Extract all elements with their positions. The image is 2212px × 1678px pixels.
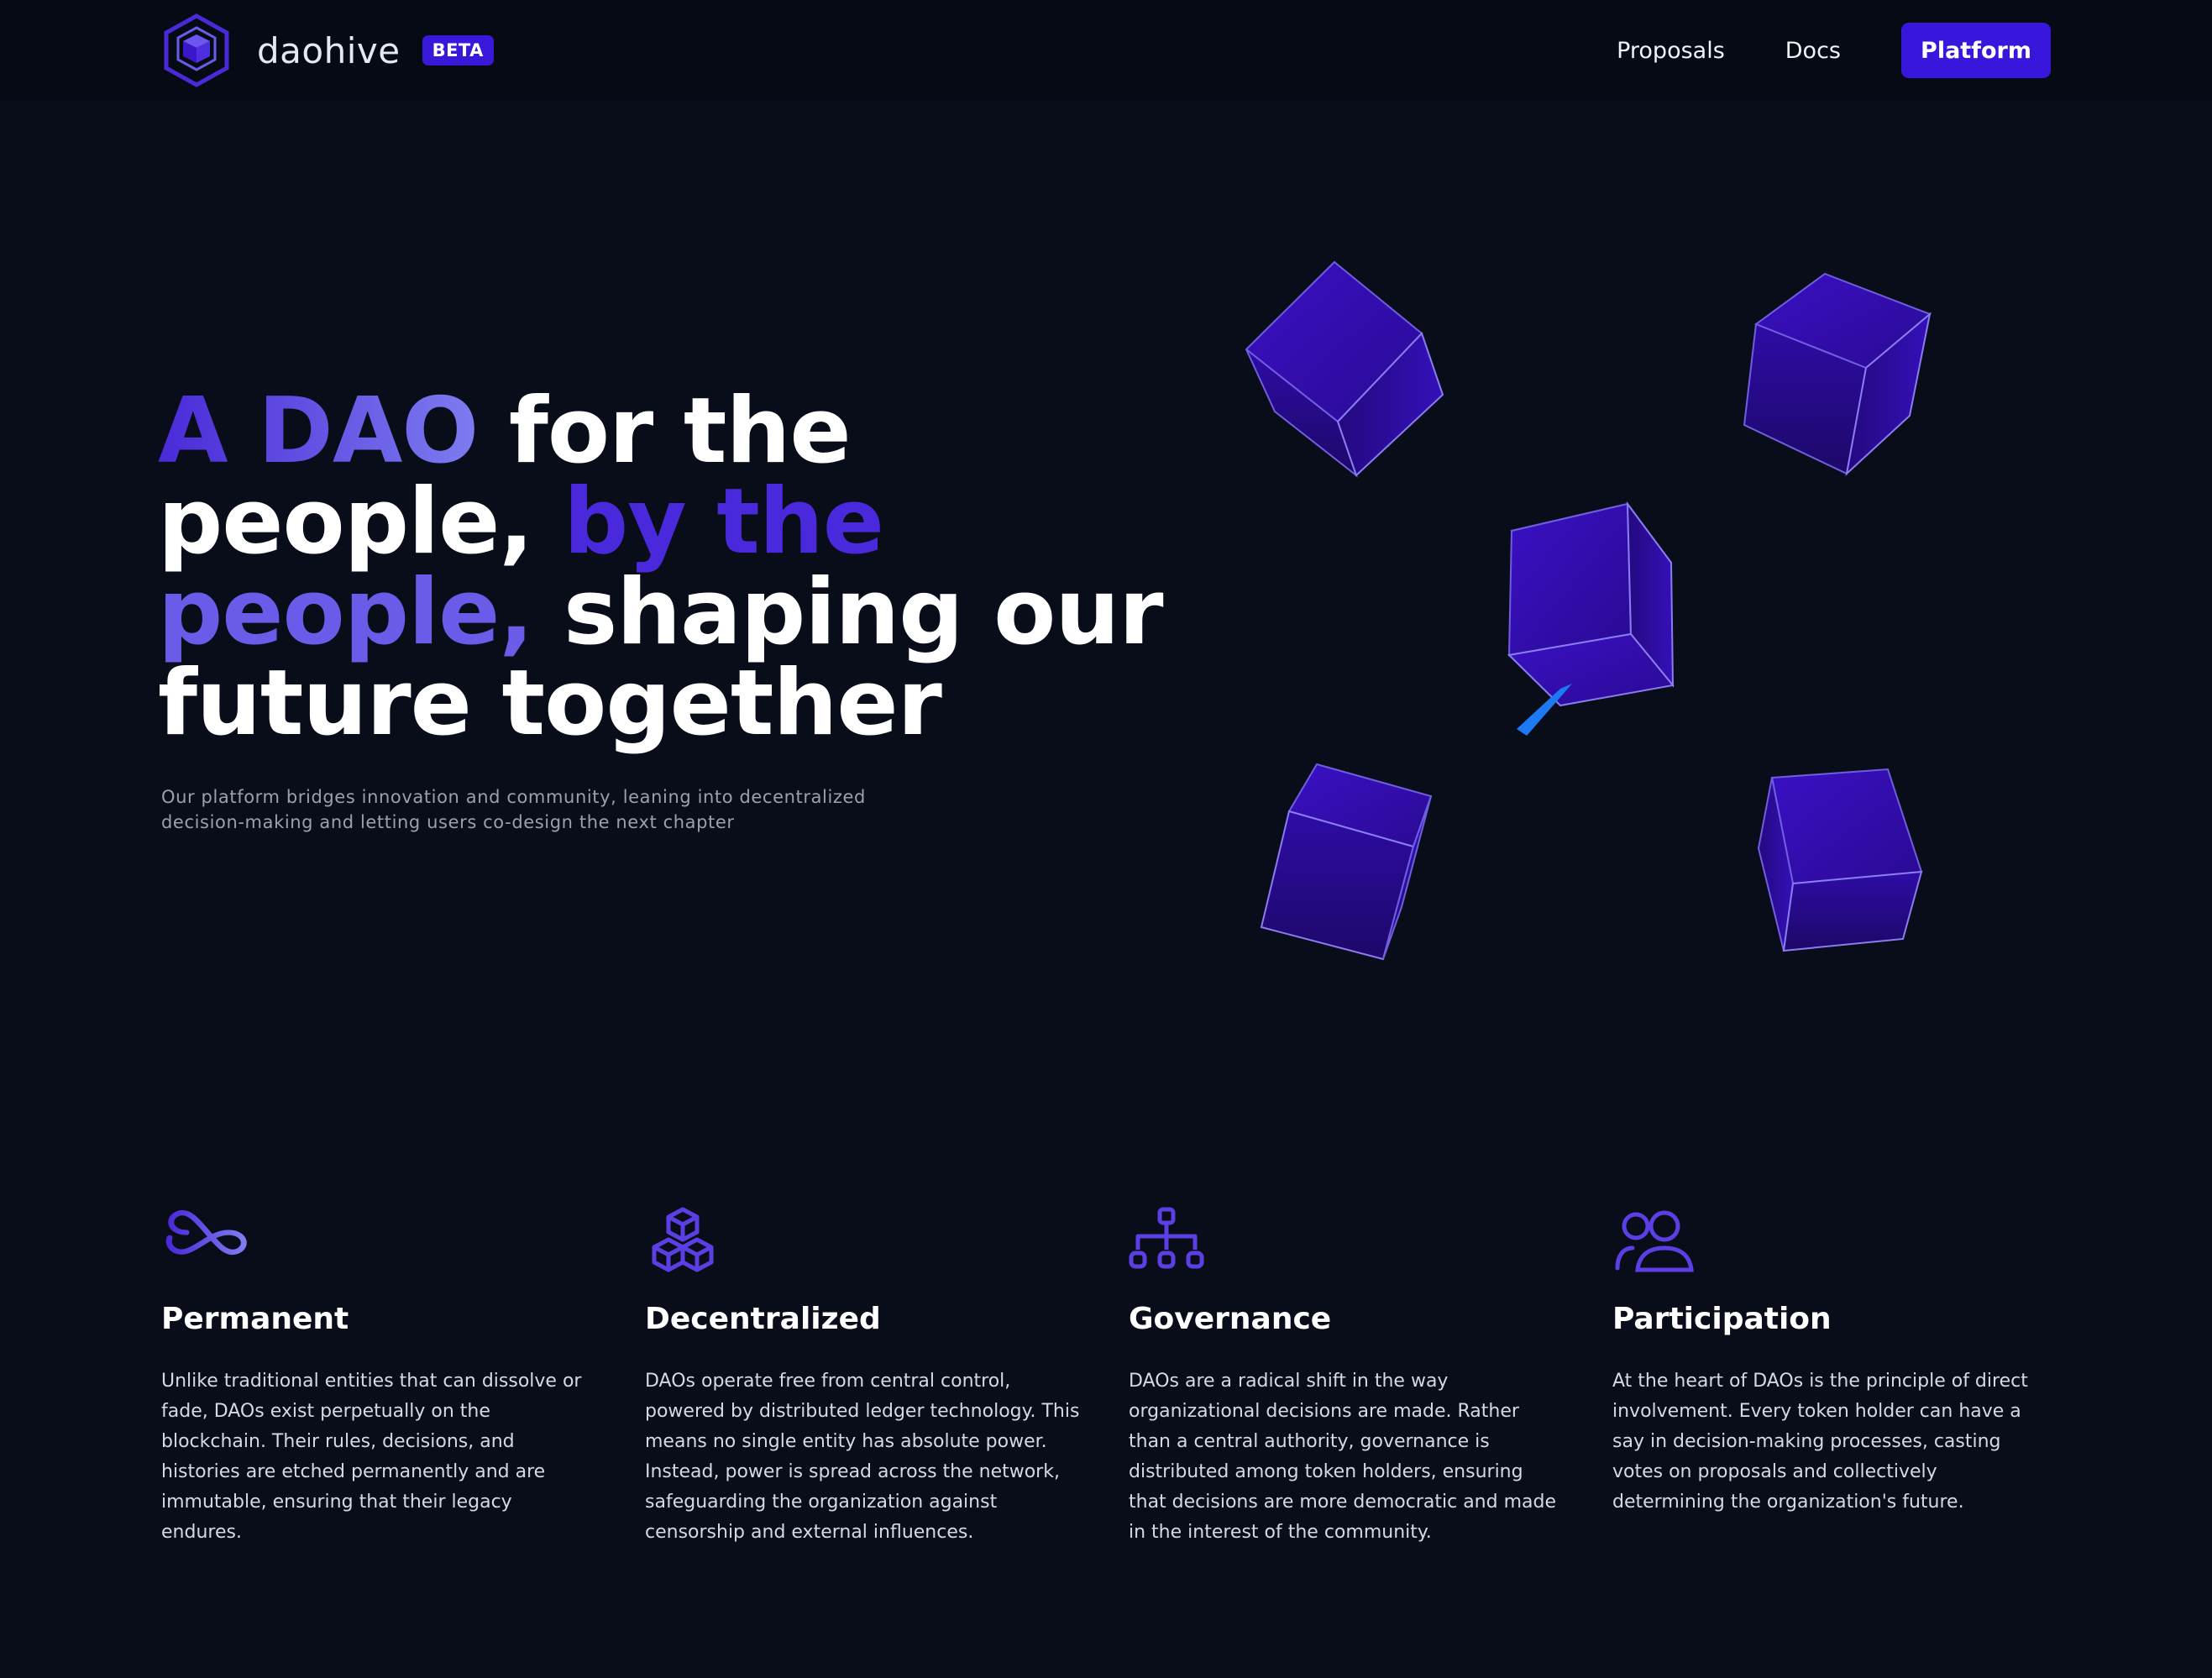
hexagon-cube-logo-icon (164, 13, 229, 87)
feature-title: Decentralized (645, 1302, 881, 1336)
nav-link-proposals[interactable]: Proposals (1617, 38, 1725, 64)
users-icon (1615, 1210, 1694, 1272)
cube-4 (1260, 763, 1433, 961)
feature-participation: Participation At the heart of DAOs is th… (1612, 1201, 2049, 1518)
floating-cubes-illustration (1245, 260, 1932, 961)
cube-5 (1757, 768, 1923, 952)
platform-button[interactable]: Platform (1901, 23, 2051, 78)
feature-description: DAOs are a radical shift in the way orga… (1129, 1371, 1556, 1543)
brand[interactable]: daohive BETA (161, 13, 494, 88)
infinity-icon (165, 1209, 247, 1256)
feature-decentralized: Decentralized DAOs operate free from cen… (645, 1201, 1082, 1548)
network-icon (1129, 1207, 1204, 1269)
feature-description: DAOs operate free from central control, … (645, 1371, 1080, 1543)
feature-title: Participation (1612, 1302, 1832, 1336)
cubes-icon (652, 1207, 714, 1272)
hero-title-highlight-people: people, (158, 560, 533, 665)
feature-description: At the heart of DAOs is the principle of… (1612, 1371, 2028, 1513)
cube-2 (1743, 272, 1932, 476)
landing-page: daohive BETA Proposals Docs Platform A D… (0, 0, 2212, 1678)
hero-title: A DAO for the people, by the people, sha… (158, 386, 1166, 749)
hero-subtitle: Our platform bridges innovation and comm… (161, 787, 866, 832)
cube-3 (1507, 501, 1675, 736)
feature-title: Governance (1129, 1302, 1332, 1336)
nav-links: Proposals Docs Platform (1617, 23, 2051, 78)
feature-governance: Governance DAOs are a radical shift in t… (1129, 1201, 1565, 1548)
hero-title-highlight-dao: A DAO (158, 379, 479, 484)
brand-name: daohive (257, 29, 401, 71)
feature-title: Permanent (161, 1302, 349, 1336)
top-navbar: daohive BETA Proposals Docs Platform (0, 0, 2212, 101)
feature-permanent: Permanent Unlike traditional entities th… (161, 1201, 598, 1548)
nav-link-docs[interactable]: Docs (1785, 38, 1841, 64)
feature-description: Unlike traditional entities that can dis… (161, 1371, 582, 1543)
hero-title-highlight-by-the: by the (563, 469, 884, 574)
beta-badge: BETA (422, 35, 494, 66)
cube-1 (1245, 260, 1444, 478)
